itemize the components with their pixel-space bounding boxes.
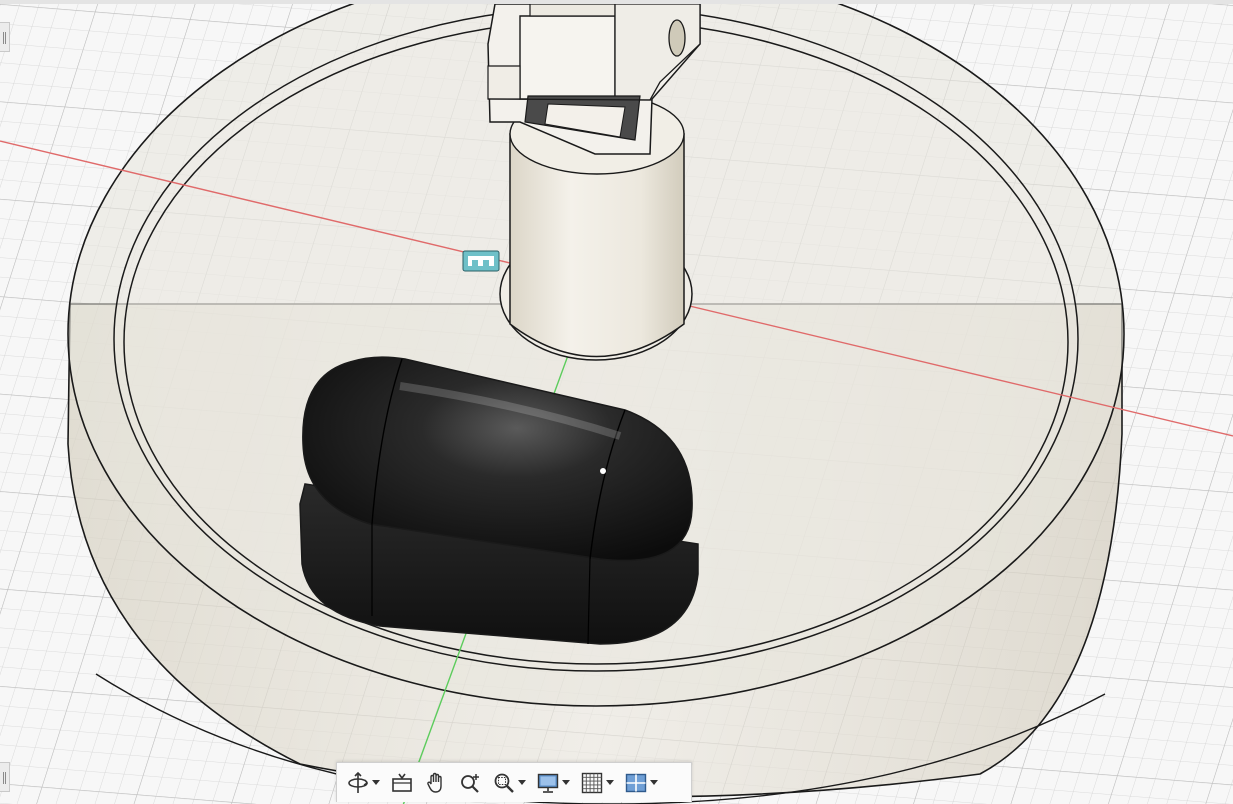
look-at-icon xyxy=(392,773,412,792)
grid-settings-dropdown-icon[interactable] xyxy=(606,780,614,785)
fit-dropdown-icon[interactable] xyxy=(518,780,526,785)
zoom-icon xyxy=(461,773,479,793)
zoom-tool-button[interactable] xyxy=(455,768,485,798)
3d-viewport[interactable] xyxy=(0,4,1233,804)
viewports-icon xyxy=(625,773,647,792)
joint-marker-icon[interactable] xyxy=(462,250,500,272)
orbit-tool-button[interactable] xyxy=(343,768,383,798)
display-monitor-icon xyxy=(537,773,559,793)
grid-icon xyxy=(581,772,603,793)
pan-hand-icon xyxy=(427,772,442,793)
left-panel-handle-bottom[interactable] xyxy=(0,762,10,792)
viewports-button[interactable] xyxy=(621,768,661,798)
viewports-dropdown-icon[interactable] xyxy=(650,780,658,785)
orbit-dropdown-icon[interactable] xyxy=(372,780,380,785)
orbit-icon xyxy=(348,771,368,793)
look-at-tool-button[interactable] xyxy=(387,768,417,798)
left-panel-handle-top[interactable] xyxy=(0,22,10,52)
pan-tool-button[interactable] xyxy=(421,768,451,798)
grid-settings-button[interactable] xyxy=(577,768,617,798)
display-settings-dropdown-icon[interactable] xyxy=(562,780,570,785)
navigation-toolbar xyxy=(336,762,692,802)
display-settings-button[interactable] xyxy=(533,768,573,798)
cad-viewport-window[interactable] xyxy=(0,0,1233,804)
zoom-window-icon xyxy=(494,773,514,793)
fit-tool-button[interactable] xyxy=(489,768,529,798)
